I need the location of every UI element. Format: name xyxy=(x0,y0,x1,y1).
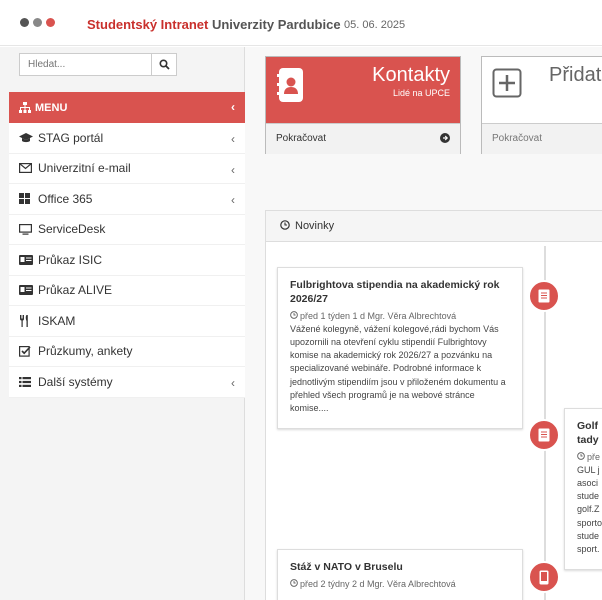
sidebar-item-surveys[interactable]: Průzkumy, ankety xyxy=(9,337,245,367)
id-card-icon xyxy=(19,254,35,265)
chevron-left-icon: ‹ xyxy=(231,376,235,390)
news-title[interactable]: Stáž v NATO v Bruselu xyxy=(290,560,510,574)
dot-1 xyxy=(20,18,29,27)
site-title[interactable]: Studentský Intranet Univerzity Pardubice xyxy=(87,17,341,32)
dot-3 xyxy=(46,18,55,27)
clock-icon xyxy=(577,452,585,461)
id-card-icon xyxy=(19,285,35,296)
news-badge xyxy=(528,561,560,593)
pridat-card-top: Přidat xyxy=(482,57,602,123)
sidebar-item-isic[interactable]: Průkaz ISIC xyxy=(9,245,245,276)
sidebar-item-label: ServiceDesk xyxy=(38,222,106,237)
sidebar-item-label: Office 365 xyxy=(38,191,93,206)
chevron-left-icon: ‹ xyxy=(231,193,235,207)
news-badge xyxy=(528,280,560,312)
address-book-icon xyxy=(277,68,305,105)
plus-square-icon xyxy=(492,68,522,101)
mobile-icon xyxy=(539,570,549,584)
kontakty-card-top: Kontakty Lidé na UPCE xyxy=(266,57,460,123)
envelope-icon xyxy=(19,163,35,174)
news-body: GUL j asoci stude golf.Z sporto stude sp… xyxy=(577,465,602,554)
news-meta-text: pře xyxy=(587,452,601,463)
news-title[interactable]: Golf tady xyxy=(577,419,602,447)
document-icon xyxy=(538,289,550,303)
search-icon xyxy=(158,59,170,70)
arrow-circle-right-icon xyxy=(440,133,450,146)
clock-icon xyxy=(290,311,298,320)
sidebar-item-stag-portal[interactable]: STAG portál ‹ xyxy=(9,123,245,154)
news-panel-header: Novinky xyxy=(266,211,602,242)
graduation-cap-icon xyxy=(19,132,35,143)
chevron-left-icon: ‹ xyxy=(231,132,235,146)
kontakty-title: Kontakty xyxy=(372,64,450,86)
sidebar-item-iskam[interactable]: ISKAM xyxy=(9,306,245,337)
document-icon xyxy=(538,428,550,442)
kontakty-continue-label: Pokračovat xyxy=(276,133,327,144)
window-dots xyxy=(20,18,55,27)
news-body: Vážené kolegyně, vážení kolegové,rádi by… xyxy=(290,324,506,413)
header: Studentský Intranet Univerzity Pardubice… xyxy=(0,0,602,46)
kontakty-footer[interactable]: Pokračovat xyxy=(266,123,460,154)
news-meta: před 1 týden 1 d Mgr. Věra Albrechtová xyxy=(290,311,510,321)
main-content: Kontakty Lidé na UPCE Pokračovat Přidat … xyxy=(245,47,602,600)
checkbox-icon xyxy=(19,345,35,357)
cutlery-icon xyxy=(19,314,35,327)
pridat-footer[interactable]: Pokračovat xyxy=(482,123,602,154)
news-title[interactable]: Fulbrightova stipendia na akademický rok… xyxy=(290,278,510,306)
news-panel: Novinky Fulbrightova stipendia na akadem… xyxy=(265,210,602,600)
sidebar: MENU ‹ STAG portál ‹ Univerzitní e-mail … xyxy=(0,47,245,600)
list-icon xyxy=(19,376,35,387)
sidebar-item-label: Průkaz ISIC xyxy=(38,252,103,267)
news-meta: pře xyxy=(577,452,602,462)
sidebar-item-label: ISKAM xyxy=(38,313,76,328)
search-input[interactable] xyxy=(20,54,151,75)
clock-icon xyxy=(280,219,290,233)
news-item[interactable]: Fulbrightova stipendia na akademický rok… xyxy=(277,267,523,429)
sidebar-item-servicedesk[interactable]: ServiceDesk xyxy=(9,215,245,245)
sidebar-item-label: Univerzitní e-mail xyxy=(38,161,131,176)
dot-2 xyxy=(33,18,42,27)
pridat-card[interactable]: Přidat Pokračovat xyxy=(481,56,602,154)
search-box xyxy=(19,53,177,76)
sidebar-item-label: Průzkumy, ankety xyxy=(38,344,133,359)
site-title-part2: Univerzity Pardubice xyxy=(208,17,341,32)
news-badge xyxy=(528,419,560,451)
sidebar-item-label: Další systémy xyxy=(38,374,113,389)
news-meta: před 2 týdny 2 d Mgr. Věra Albrechtová xyxy=(290,579,510,589)
site-title-part1: Studentský Intranet xyxy=(87,17,209,32)
news-item[interactable]: Stáž v NATO v Bruselu před 2 týdny 2 d M… xyxy=(277,549,523,600)
news-meta-text: před 1 týden 1 d Mgr. Věra Albrechtová xyxy=(300,311,457,322)
sidebar-item-office365[interactable]: Office 365 ‹ xyxy=(9,184,245,215)
kontakty-card[interactable]: Kontakty Lidé na UPCE Pokračovat xyxy=(265,56,461,154)
news-item[interactable]: Golf tady pře GUL j asoci stude golf.Z s… xyxy=(564,408,602,570)
chevron-left-icon: ‹ xyxy=(231,100,235,114)
windows-icon xyxy=(19,193,35,205)
sidebar-item-label: Průkaz ALIVE xyxy=(38,283,113,298)
chevron-left-icon: ‹ xyxy=(231,162,235,177)
current-date: 05. 06. 2025 xyxy=(344,19,406,31)
sidebar-item-other-systems[interactable]: Další systémy ‹ xyxy=(9,367,245,398)
sidebar-item-alive[interactable]: Průkaz ALIVE xyxy=(9,276,245,306)
sidebar-nav: STAG portál ‹ Univerzitní e-mail ‹ Offic… xyxy=(9,123,245,398)
pridat-continue-label: Pokračovat xyxy=(492,133,543,144)
monitor-icon xyxy=(19,223,35,235)
menu-header[interactable]: MENU ‹ xyxy=(9,92,245,123)
sidebar-item-email[interactable]: Univerzitní e-mail ‹ xyxy=(9,154,245,184)
search-button[interactable] xyxy=(151,54,176,75)
clock-icon xyxy=(290,579,298,588)
sitemap-icon xyxy=(19,102,31,113)
news-meta-text: před 2 týdny 2 d Mgr. Věra Albrechtová xyxy=(300,579,456,590)
sidebar-item-label: STAG portál xyxy=(38,130,104,145)
menu-label: MENU xyxy=(35,101,68,114)
kontakty-subtitle: Lidé na UPCE xyxy=(392,88,450,98)
pridat-title: Přidat xyxy=(549,64,602,86)
news-heading: Novinky xyxy=(295,220,335,232)
